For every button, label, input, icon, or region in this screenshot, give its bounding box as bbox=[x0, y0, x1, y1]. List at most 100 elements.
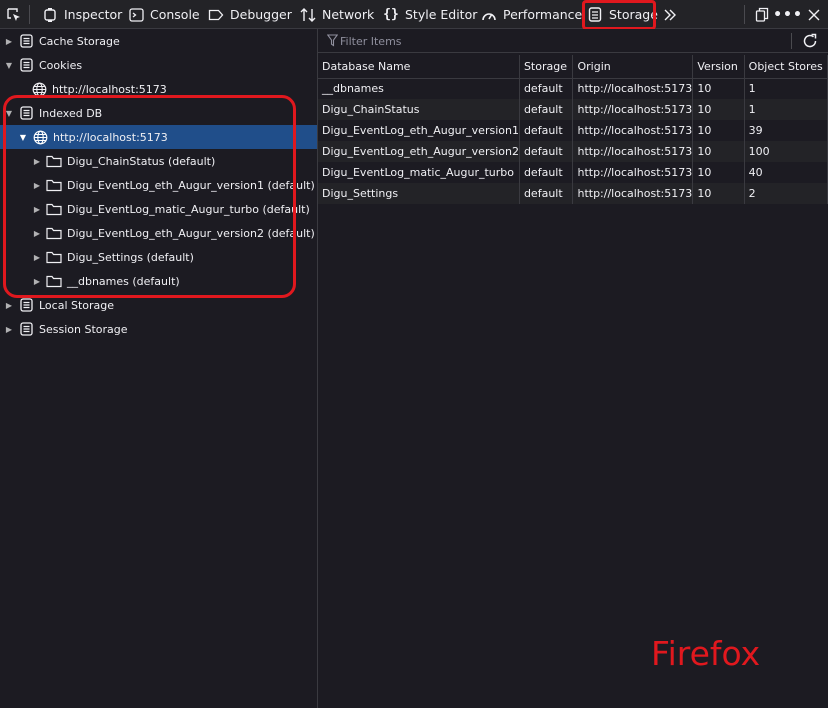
storage-icon bbox=[18, 105, 34, 121]
storage-table-panel: Database Name Storage Origin Version Obj… bbox=[318, 29, 828, 708]
expanded-arrow-icon[interactable]: ▼ bbox=[18, 132, 28, 142]
column-header-database-name[interactable]: Database Name bbox=[318, 55, 520, 79]
tab-performance[interactable]: Performance bbox=[481, 0, 582, 29]
cell-storage: default bbox=[519, 141, 574, 162]
collapsed-arrow-icon[interactable]: ▶ bbox=[32, 180, 42, 190]
collapsed-arrow-icon[interactable]: ▶ bbox=[32, 276, 42, 286]
tree-label: Local Storage bbox=[39, 298, 115, 312]
style-editor-icon: {} bbox=[383, 7, 399, 22]
column-header-origin[interactable]: Origin bbox=[572, 55, 694, 79]
cell-storage: default bbox=[519, 162, 574, 183]
table-row[interactable]: Digu_EventLog_eth_Augur_version1 default… bbox=[318, 120, 828, 141]
tree-label: Digu_EventLog_eth_Augur_version1 (defaul… bbox=[67, 178, 315, 192]
cell-storage: default bbox=[519, 183, 574, 204]
collapsed-arrow-icon[interactable]: ▶ bbox=[32, 204, 42, 214]
tree-item-database[interactable]: ▶ Digu_EventLog_matic_Augur_turbo (defau… bbox=[0, 197, 317, 221]
folder-icon bbox=[46, 225, 62, 241]
cell-object-stores: 40 bbox=[744, 162, 828, 183]
cell-origin: http://localhost:5173 bbox=[572, 78, 694, 99]
tree-item-database[interactable]: ▶ Digu_Settings (default) bbox=[0, 245, 317, 269]
filter-items-input[interactable] bbox=[340, 32, 780, 50]
table-row[interactable]: Digu_EventLog_matic_Augur_turbo default … bbox=[318, 162, 828, 183]
element-picker-icon bbox=[6, 7, 22, 23]
collapsed-arrow-icon[interactable]: ▶ bbox=[32, 156, 42, 166]
network-icon bbox=[300, 7, 316, 23]
tree-item-database[interactable]: ▶ Digu_ChainStatus (default) bbox=[0, 149, 317, 173]
tree-item-cache-storage[interactable]: ▶ Cache Storage bbox=[0, 29, 317, 53]
cell-storage: default bbox=[519, 120, 574, 141]
firefox-annotation: Firefox bbox=[651, 634, 761, 673]
tree-item-database[interactable]: ▶ Digu_EventLog_eth_Augur_version1 (defa… bbox=[0, 173, 317, 197]
tab-debugger[interactable]: Debugger bbox=[208, 0, 292, 29]
tree-label: __dbnames (default) bbox=[67, 274, 180, 288]
collapsed-arrow-icon[interactable]: ▶ bbox=[32, 228, 42, 238]
devtools-toolbar: Inspector Console Debugger Network {} St… bbox=[0, 0, 828, 30]
cell-origin: http://localhost:5173 bbox=[572, 183, 694, 204]
folder-icon bbox=[46, 201, 62, 217]
column-header-version[interactable]: Version bbox=[692, 55, 745, 79]
folder-icon bbox=[46, 249, 62, 265]
tree-item-database[interactable]: ▶ Digu_EventLog_eth_Augur_version2 (defa… bbox=[0, 221, 317, 245]
chevrons-right-icon bbox=[662, 7, 678, 23]
folder-icon bbox=[46, 177, 62, 193]
collapsed-arrow-icon[interactable]: ▶ bbox=[32, 252, 42, 262]
cell-storage: default bbox=[519, 99, 574, 120]
divider bbox=[791, 33, 792, 49]
table-header-row: Database Name Storage Origin Version Obj… bbox=[318, 55, 828, 79]
cell-database-name: __dbnames bbox=[318, 78, 520, 99]
collapsed-arrow-icon[interactable]: ▶ bbox=[4, 324, 14, 334]
tree-label: Session Storage bbox=[39, 322, 128, 336]
tree-label: Digu_Settings (default) bbox=[67, 250, 194, 264]
tree-item-indexed-db-origin[interactable]: ▼ http://localhost:5173 bbox=[0, 125, 317, 149]
cell-object-stores: 100 bbox=[744, 141, 828, 162]
tab-label: Inspector bbox=[64, 7, 123, 22]
tab-label: Debugger bbox=[230, 7, 292, 22]
performance-icon bbox=[481, 7, 497, 23]
cell-origin: http://localhost:5173 bbox=[572, 162, 694, 183]
options-menu-button[interactable]: ••• bbox=[773, 0, 803, 29]
tree-item-session-storage[interactable]: ▶ Session Storage bbox=[0, 317, 317, 341]
tab-label: Style Editor bbox=[405, 7, 478, 22]
tree-item-cookies[interactable]: ▼ Cookies bbox=[0, 53, 317, 77]
column-header-storage[interactable]: Storage bbox=[519, 55, 574, 79]
filter-bar bbox=[318, 29, 828, 53]
folder-icon bbox=[46, 153, 62, 169]
column-header-object-stores[interactable]: Object Stores bbox=[744, 55, 828, 79]
table-row[interactable]: Digu_ChainStatus default http://localhos… bbox=[318, 99, 828, 120]
close-button[interactable] bbox=[806, 0, 828, 29]
tree-item-database[interactable]: ▶ __dbnames (default) bbox=[0, 269, 317, 293]
console-icon bbox=[128, 7, 144, 23]
cell-storage: default bbox=[519, 78, 574, 99]
storage-icon bbox=[18, 57, 34, 73]
table-row[interactable]: Digu_EventLog_eth_Augur_version2 default… bbox=[318, 141, 828, 162]
filter-icon bbox=[326, 34, 339, 50]
storage-tree: ▶ Cache Storage ▼ Cookies http://localho… bbox=[0, 29, 318, 708]
tab-network[interactable]: Network bbox=[300, 0, 374, 29]
tree-label: http://localhost:5173 bbox=[53, 130, 168, 144]
table-row[interactable]: __dbnames default http://localhost:5173 … bbox=[318, 78, 828, 99]
storage-icon bbox=[18, 321, 34, 337]
cell-object-stores: 39 bbox=[744, 120, 828, 141]
expanded-arrow-icon[interactable]: ▼ bbox=[4, 108, 14, 118]
tree-item-indexed-db[interactable]: ▼ Indexed DB bbox=[0, 101, 317, 125]
tree-item-cookies-origin[interactable]: http://localhost:5173 bbox=[0, 77, 317, 101]
tab-label: Performance bbox=[503, 7, 583, 22]
collapsed-arrow-icon[interactable]: ▶ bbox=[4, 300, 14, 310]
refresh-icon[interactable] bbox=[802, 33, 818, 49]
tree-label: Digu_EventLog_matic_Augur_turbo (default… bbox=[67, 202, 310, 216]
element-picker-button[interactable] bbox=[6, 0, 28, 29]
more-options-icon: ••• bbox=[773, 6, 803, 23]
tab-inspector[interactable]: Inspector bbox=[42, 0, 122, 29]
expanded-arrow-icon[interactable]: ▼ bbox=[4, 60, 14, 70]
tree-item-local-storage[interactable]: ▶ Local Storage bbox=[0, 293, 317, 317]
tab-label: Console bbox=[150, 7, 200, 22]
more-tools-button[interactable] bbox=[662, 0, 684, 29]
cell-database-name: Digu_ChainStatus bbox=[318, 99, 520, 120]
cell-origin: http://localhost:5173 bbox=[572, 120, 694, 141]
tab-style-editor[interactable]: {} Style Editor bbox=[383, 0, 477, 29]
tab-console[interactable]: Console bbox=[128, 0, 200, 29]
table-row[interactable]: Digu_Settings default http://localhost:5… bbox=[318, 183, 828, 204]
collapsed-arrow-icon[interactable]: ▶ bbox=[4, 36, 14, 46]
cell-object-stores: 2 bbox=[744, 183, 828, 204]
globe-icon bbox=[32, 129, 48, 145]
